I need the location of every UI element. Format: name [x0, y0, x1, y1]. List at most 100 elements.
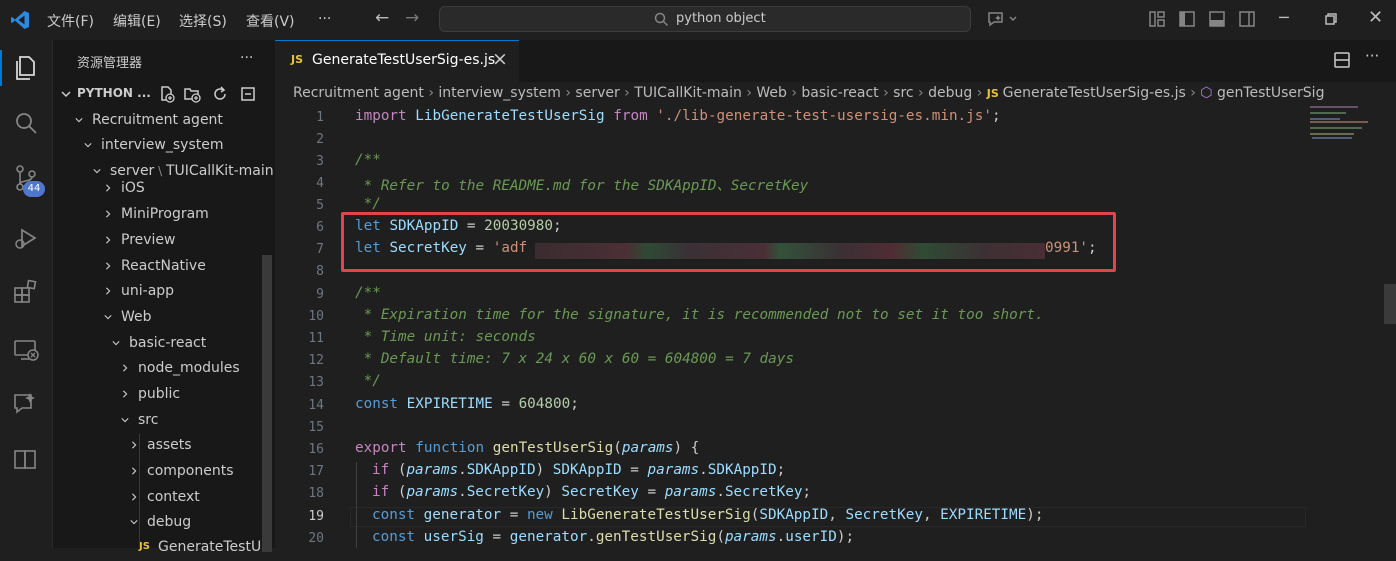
- tree-item-label: Recruitment agent: [92, 112, 223, 128]
- line-number: 16: [308, 442, 324, 457]
- tree-item[interactable]: Web: [53, 307, 258, 331]
- tree-item[interactable]: ReactNative: [53, 256, 258, 280]
- breadcrumb-separator: ›: [913, 85, 929, 101]
- refresh-icon[interactable]: [211, 85, 229, 103]
- tree-item-label: ReactNative: [121, 258, 206, 274]
- indent-guide: [356, 462, 357, 548]
- tree-item[interactable]: Preview: [53, 230, 258, 254]
- sidebar-scrollbar[interactable]: [262, 255, 272, 552]
- line-number: 2: [316, 132, 324, 147]
- tree-item[interactable]: interview_system: [53, 135, 258, 159]
- search-icon: [654, 12, 669, 27]
- tree-item[interactable]: iOS: [53, 178, 258, 202]
- menu-more[interactable]: ···: [318, 11, 331, 27]
- line-number: 12: [308, 353, 324, 368]
- run-debug-icon[interactable]: [12, 224, 40, 252]
- restore-icon[interactable]: [1325, 13, 1337, 25]
- editor-scrollbar-thumb[interactable]: [1384, 284, 1396, 324]
- code-line-3: /**: [355, 152, 381, 168]
- code-line-5: */: [355, 196, 381, 212]
- breadcrumb-item[interactable]: src: [893, 85, 913, 101]
- tree-item[interactable]: node_modules: [53, 358, 258, 382]
- minimap[interactable]: [1308, 106, 1384, 146]
- new-file-icon[interactable]: [158, 85, 176, 103]
- breadcrumb-item[interactable]: TUICallKit-main: [634, 85, 742, 101]
- tree-item-label: context: [147, 489, 200, 505]
- code-line-1: import LibGenerateTestUserSig from './li…: [355, 108, 1001, 124]
- vscode-logo-icon[interactable]: [10, 10, 30, 30]
- workspace-section-header[interactable]: PYTHON ...: [53, 83, 275, 105]
- menu-selection[interactable]: 选择(S): [179, 11, 227, 31]
- breadcrumb-item[interactable]: debug: [928, 85, 972, 101]
- breadcrumb-item[interactable]: basic-react: [801, 85, 878, 101]
- tree-item[interactable]: components: [53, 461, 258, 485]
- close-window-icon[interactable]: ✕: [1368, 7, 1383, 28]
- breadcrumb-separator: ›: [560, 85, 576, 101]
- menu-view[interactable]: 查看(V): [246, 11, 295, 31]
- tree-item-label: MiniProgram: [121, 206, 209, 222]
- new-folder-icon[interactable]: [183, 85, 201, 103]
- toggle-panel-icon[interactable]: [1208, 10, 1226, 28]
- tree-item[interactable]: JS GenerateTestUs: [53, 537, 269, 561]
- explorer-more-button[interactable]: ···: [240, 50, 253, 66]
- line-number: 15: [308, 420, 324, 435]
- title-bar: 文件(F) 编辑(E) 选择(S) 查看(V) ··· ← → python o…: [0, 0, 1396, 40]
- menu-edit[interactable]: 编辑(E): [113, 11, 161, 31]
- line-number: 17: [308, 464, 324, 479]
- menu-file[interactable]: 文件(F): [47, 11, 94, 31]
- tree-item[interactable]: debug: [53, 512, 258, 536]
- code-line-11: * Time unit: seconds: [355, 329, 536, 345]
- tree-item[interactable]: Recruitment agent: [53, 110, 258, 134]
- breadcrumb-item[interactable]: Web: [756, 85, 787, 101]
- search-view-icon[interactable]: [12, 110, 40, 138]
- tree-item-label: interview_system: [101, 137, 224, 153]
- forward-arrow-icon[interactable]: →: [405, 8, 419, 28]
- minimize-icon[interactable]: ─: [1279, 8, 1289, 27]
- collapse-all-icon[interactable]: [239, 85, 257, 103]
- command-center-search[interactable]: python object: [439, 6, 971, 32]
- tree-item[interactable]: public: [53, 384, 258, 408]
- code-line-4: * Refer to the README.md for the SDKAppI…: [355, 178, 809, 194]
- tree-item[interactable]: basic-react: [53, 333, 258, 357]
- js-file-icon: JS: [986, 87, 1003, 100]
- search-text: python object: [676, 11, 766, 26]
- editor-more-actions[interactable]: ···: [1365, 47, 1379, 65]
- chat-icon[interactable]: [12, 390, 40, 418]
- toggle-secondary-sidebar-icon[interactable]: [1238, 10, 1256, 28]
- code-line-20: const userSig = generator.genTestUserSig…: [372, 529, 855, 545]
- tree-item[interactable]: MiniProgram: [53, 204, 258, 228]
- breadcrumb-file[interactable]: GenerateTestUserSig-es.js: [1003, 85, 1186, 101]
- breadcrumb-separator: ›: [972, 85, 987, 101]
- extensions-icon[interactable]: [12, 278, 40, 306]
- tree-item[interactable]: uni-app: [53, 281, 258, 305]
- tab-close-icon[interactable]: ×: [492, 48, 508, 70]
- tree-item-label: Web: [121, 309, 152, 325]
- code-line-13: */: [355, 373, 381, 389]
- copilot-icon[interactable]: [987, 10, 1021, 28]
- code-line-17: if (params.SDKAppID) SDKAppID = params.S…: [372, 462, 786, 478]
- chevron-down-icon: [75, 118, 83, 123]
- breadcrumb-separator: ›: [878, 85, 894, 101]
- breadcrumb-symbol[interactable]: genTestUserSig: [1217, 85, 1325, 101]
- breadcrumb-item[interactable]: interview_system: [438, 85, 560, 101]
- code-line-10: * Expiration time for the signature, it …: [355, 307, 1044, 323]
- line-number: 5: [316, 198, 324, 213]
- tab-generatetestusersig[interactable]: JS GenerateTestUserSig-es.js ×: [275, 40, 519, 82]
- customize-layout-icon[interactable]: [1148, 10, 1166, 28]
- tree-item[interactable]: context: [53, 487, 258, 511]
- tree-item[interactable]: src: [53, 410, 258, 434]
- breadcrumb-separator: ›: [1185, 85, 1201, 101]
- book-icon[interactable]: [12, 446, 40, 474]
- code-line-18: if (params.SecretKey) SecretKey = params…: [372, 484, 812, 500]
- split-editor-icon[interactable]: [1333, 51, 1351, 69]
- line-number: 4: [316, 176, 324, 191]
- tree-item[interactable]: assets: [53, 435, 258, 459]
- breadcrumb-item[interactable]: Recruitment agent: [293, 85, 424, 101]
- tree-item-label: uni-app: [121, 283, 175, 299]
- symbol-method-icon: ⬡: [1200, 85, 1217, 101]
- remote-explorer-icon[interactable]: [12, 336, 40, 364]
- toggle-primary-sidebar-icon[interactable]: [1178, 10, 1196, 28]
- explorer-icon[interactable]: [12, 54, 40, 82]
- breadcrumb-item[interactable]: server: [575, 85, 619, 101]
- back-arrow-icon[interactable]: ←: [375, 8, 389, 28]
